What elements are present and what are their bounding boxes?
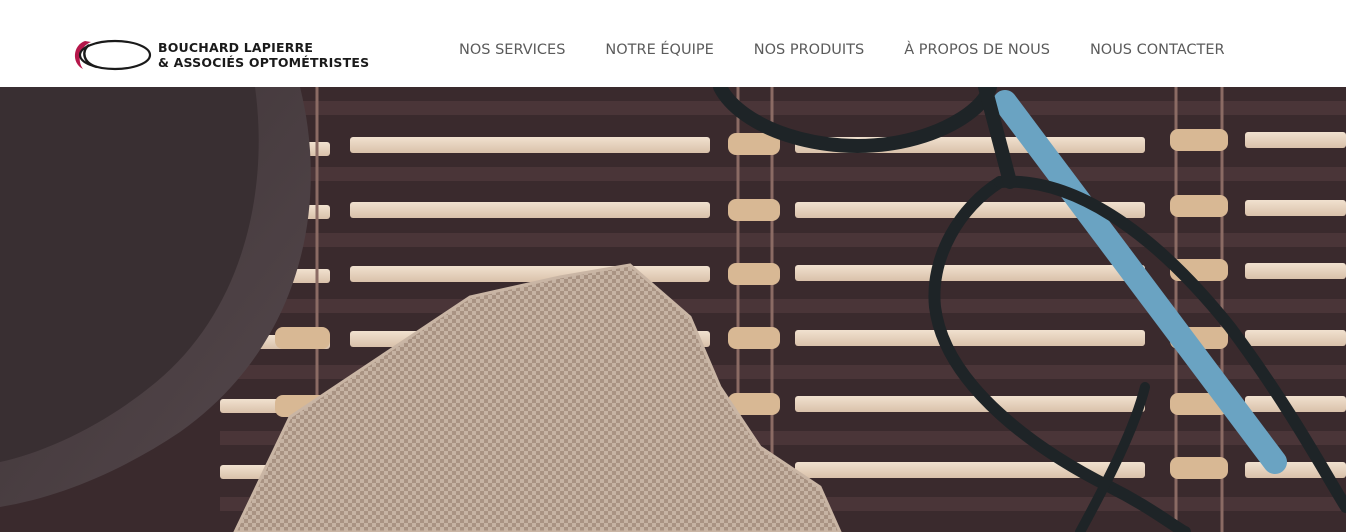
nav-item-about[interactable]: À PROPOS DE NOUS [904,41,1050,59]
brand-logo-link[interactable]: BOUCHARD LAPIERRE & ASSOCIÉS OPTOMÉTRIST… [71,37,369,73]
nav-item-products[interactable]: NOS PRODUITS [754,41,864,59]
brand-name-line1: BOUCHARD LAPIERRE [158,40,314,55]
hero-image [0,87,1346,532]
nav-item-team[interactable]: NOTRE ÉQUIPE [605,41,713,59]
brand-name: BOUCHARD LAPIERRE & ASSOCIÉS OPTOMÉTRIST… [158,40,369,70]
site-header: BOUCHARD LAPIERRE & ASSOCIÉS OPTOMÉTRIST… [0,0,1346,87]
hero-banner [0,87,1346,532]
nav-item-services[interactable]: NOS SERVICES [459,41,565,59]
eye-ellipse-logo-icon [74,39,152,71]
main-nav: NOS SERVICES NOTRE ÉQUIPE NOS PRODUITS À… [459,41,1265,59]
page: BOUCHARD LAPIERRE & ASSOCIÉS OPTOMÉTRIST… [0,0,1346,532]
brand-name-line2: & ASSOCIÉS OPTOMÉTRISTES [158,55,370,70]
nav-item-contact[interactable]: NOUS CONTACTER [1090,41,1225,59]
